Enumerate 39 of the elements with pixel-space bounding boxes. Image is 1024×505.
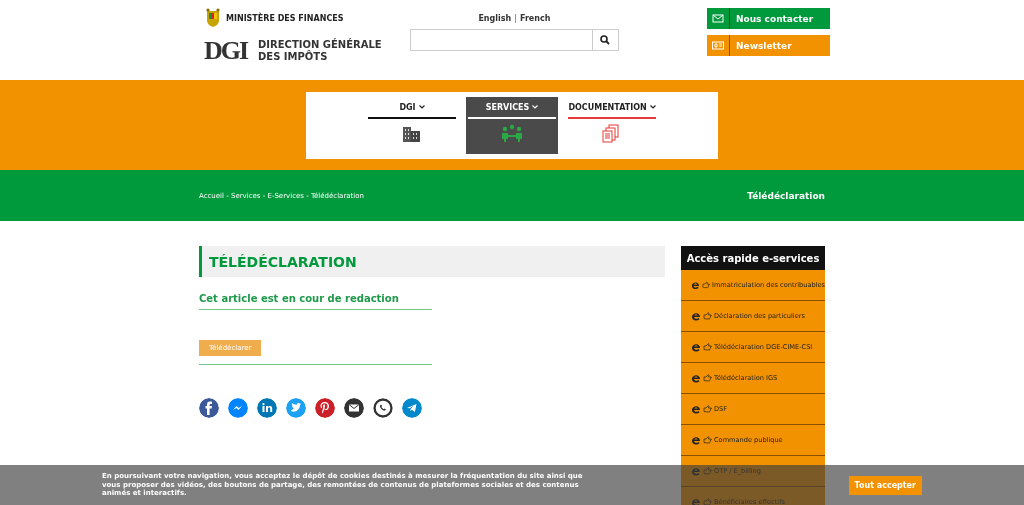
email-share-icon[interactable] [344,398,364,418]
twitter-share-icon[interactable] [286,398,306,418]
e-logo-icon [691,466,701,476]
group-icon [501,123,523,144]
newspaper-icon [712,41,724,50]
chevron-icon [532,105,539,109]
agency-logo: DGI [204,35,249,67]
pinterest-share-icon[interactable] [315,398,335,418]
linkedin-share-icon[interactable] [257,398,277,418]
ministry-name: MINISTÈRE DES FINANCES [226,13,344,23]
menu-tab[interactable]: SERVICES [466,96,558,154]
telegram-share-icon[interactable] [402,398,422,418]
language-link[interactable]: French [519,14,551,23]
e-logo-icon [691,280,700,290]
chevron-icon [649,105,656,109]
agency-name: DIRECTION GÉNÉRALE DES IMPÔTS [258,39,382,63]
e-logo-icon [691,435,701,445]
whatsapp-share-icon[interactable] [373,398,393,418]
language-separator: | [514,14,517,23]
banner-title: Télédéclaration [747,190,825,201]
menu-tab[interactable]: DGI [366,96,458,154]
contact-button[interactable]: Nous contacter [707,8,830,29]
e-logo-icon [691,311,701,321]
coat-of-arms-icon [204,8,222,28]
menu-tab[interactable]: DOCUMENTATION [566,96,658,154]
e-logo-icon [691,404,701,414]
chevron-icon [418,105,425,109]
facebook-share-icon[interactable] [199,398,219,418]
page-title: TÉLÉDÉCLARATION [199,246,665,277]
e-logo-icon [691,497,701,505]
e-logo-icon [691,373,701,383]
search-field[interactable] [409,29,619,51]
search-icon [600,35,611,45]
language-link[interactable]: English [478,14,512,23]
messenger-share-icon[interactable] [228,398,248,418]
panel-title: Accès rapide e-services [681,246,825,270]
e-logo-icon [691,342,701,352]
article-subtitle: Cet article est en cour de redaction [199,293,432,310]
envelope-icon [712,14,724,23]
